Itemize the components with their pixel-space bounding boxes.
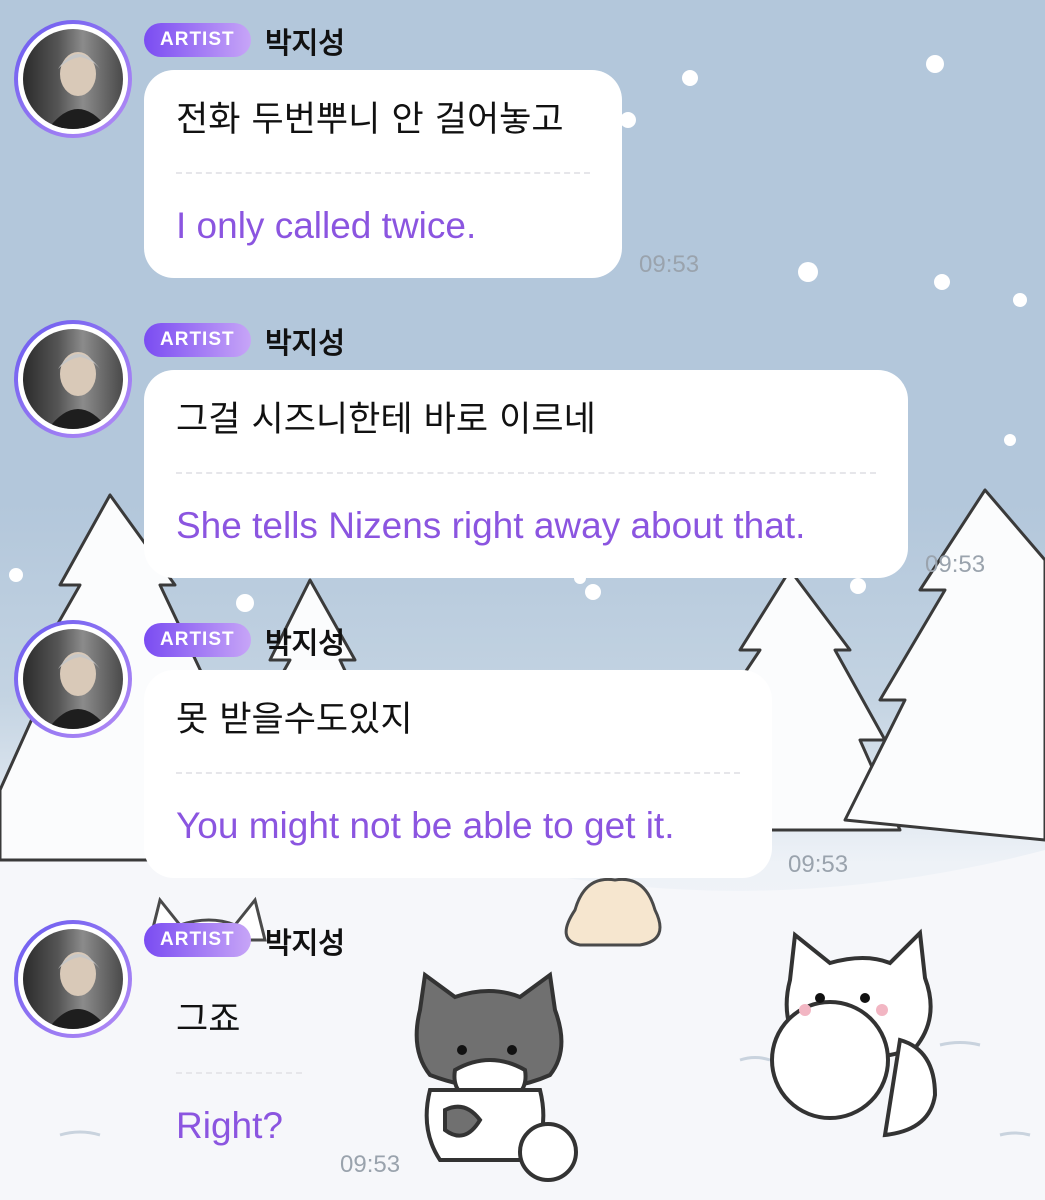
translation-text: I only called twice. [176,205,477,246]
sender-name: 박지성 [265,326,346,360]
avatar-photo-icon [23,929,123,1029]
cat-sticker-icon [770,928,938,1138]
artist-avatar[interactable] [14,320,132,438]
avatar-photo-icon [23,329,123,429]
message-timestamp: 09:53 [340,1151,401,1178]
message-text: 그걸 시즈니한테 바로 이르네 [176,400,596,440]
message-bubble[interactable]: 못 받을수도있지 You might not be able to get it… [144,670,772,878]
message-text: 그죠 [176,1000,241,1040]
message-bubble[interactable]: 그죠 Right? [144,970,334,1178]
message-timestamp: 09:53 [788,851,849,878]
translation-text: Right? [176,1105,283,1146]
message-bubble[interactable]: 그걸 시즈니한테 바로 이르네 She tells Nizens right a… [144,370,908,578]
artist-badge: ARTIST [144,323,251,357]
sender-name: 박지성 [265,626,346,660]
message-text: 전화 두번뿌니 안 걸어놓고 [176,100,564,140]
sender-name: 박지성 [265,926,346,960]
translation-text: You might not be able to get it. [176,805,675,846]
artist-avatar[interactable] [14,620,132,738]
message-text: 못 받을수도있지 [176,700,413,740]
artist-badge: ARTIST [144,623,251,657]
message-timestamp: 09:53 [639,251,700,278]
artist-avatar[interactable] [14,20,132,138]
artist-badge: ARTIST [144,23,251,57]
message-bubble[interactable]: 전화 두번뿌니 안 걸어놓고 I only called twice. [144,70,622,278]
avatar-photo-icon [23,629,123,729]
translation-text: She tells Nizens right away about that. [176,505,806,546]
avatar-photo-icon [23,29,123,129]
sender-name: 박지성 [265,26,346,60]
artist-avatar[interactable] [14,920,132,1038]
artist-badge: ARTIST [144,923,251,957]
message-timestamp: 09:53 [925,551,986,578]
